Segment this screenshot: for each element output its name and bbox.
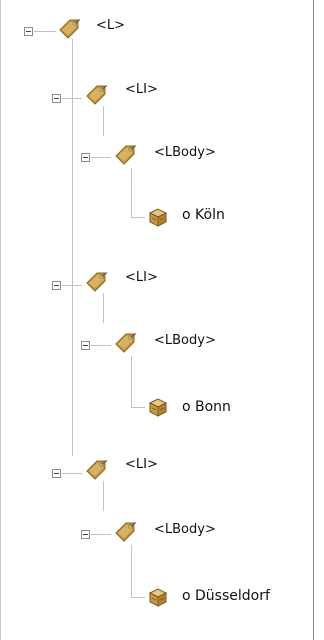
tree-connector [62,98,82,99]
tree-connector [103,106,104,136]
tag-icon [86,272,108,292]
tag-icon [86,85,108,105]
tree-node-label: <L> [96,18,126,33]
tree-connector [91,534,111,535]
collapse-icon[interactable] [52,94,61,103]
content-box-icon [149,398,167,417]
tree-connector [62,285,82,286]
tree-connector [103,481,104,511]
collapse-icon[interactable] [81,530,90,539]
tree-connector [72,39,73,456]
tree-leaf-label: o Köln [182,207,225,223]
tree-node-label: <LI> [125,457,158,472]
tree-leaf-label: o Düsseldorf [182,588,270,604]
tree-connector [131,217,145,218]
collapse-icon[interactable] [81,153,90,162]
tree-connector [34,31,56,32]
tag-icon [115,333,137,353]
tree-node-label: <LBody> [154,333,216,348]
tag-icon [86,460,108,480]
collapse-icon[interactable] [52,469,61,478]
tree-connector [131,407,145,408]
tree-node-label: <LI> [125,82,158,97]
collapse-icon[interactable] [81,341,90,350]
tree-node-label: <LBody> [154,522,216,537]
tree-connector [103,293,104,323]
tree-connector [62,473,82,474]
tags-tree-panel: <L> <LI> <LBody> o Köln <LI> <LBody> o B [0,0,314,640]
tree-connector [91,345,111,346]
collapse-icon[interactable] [52,281,61,290]
content-box-icon [149,588,167,607]
tree-connector [131,168,132,218]
tag-icon [115,145,137,165]
tree-leaf-label: o Bonn [182,399,231,415]
tree-connector [131,356,132,408]
collapse-icon[interactable] [24,27,33,36]
tree-connector [131,545,132,598]
content-box-icon [149,208,167,227]
tree-node-label: <LBody> [154,145,216,160]
tree-connector [91,157,111,158]
tree-node-label: <LI> [125,270,158,285]
tree-connector [131,597,145,598]
tag-icon [115,522,137,542]
tag-icon [59,19,81,39]
